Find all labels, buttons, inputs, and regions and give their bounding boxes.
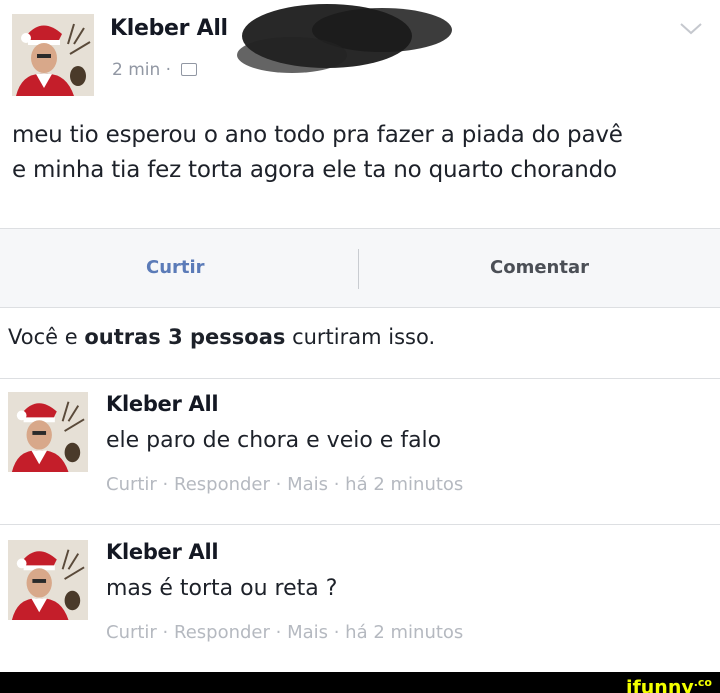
post-meta: 2 min · <box>112 60 197 80</box>
comment-button[interactable]: Comentar <box>490 257 589 278</box>
likes-suffix: curtiram isso. <box>285 325 436 349</box>
comment: Kleber All mas é torta ou reta ? Curtir … <box>0 540 720 690</box>
likes-others-link[interactable]: outras 3 pessoas <box>84 325 285 349</box>
post-header: Kleber All 2 min · <box>0 0 720 110</box>
watermark-suffix: .co <box>693 676 712 689</box>
action-bar: Curtir Comentar <box>0 228 720 308</box>
chevron-down-icon[interactable] <box>678 20 704 38</box>
avatar-photo-icon <box>8 540 88 620</box>
like-button[interactable]: Curtir <box>146 257 205 278</box>
comment-text: ele paro de chora e veio e falo <box>106 428 442 453</box>
comment-author-name[interactable]: Kleber All <box>106 392 219 416</box>
comment-avatar[interactable] <box>8 392 88 472</box>
comment-actions[interactable]: Curtir · Responder · Mais · há 2 minutos <box>106 622 463 643</box>
divider <box>0 378 720 379</box>
action-divider <box>358 249 359 289</box>
comment-actions[interactable]: Curtir · Responder · Mais · há 2 minutos <box>106 474 463 495</box>
divider <box>0 524 720 525</box>
post-text-line: e minha tia fez torta agora ele ta no qu… <box>12 157 617 183</box>
comment: Kleber All ele paro de chora e veio e fa… <box>0 392 720 542</box>
globe-icon <box>180 63 197 76</box>
comment-avatar[interactable] <box>8 540 88 620</box>
comment-author-name[interactable]: Kleber All <box>106 540 219 564</box>
watermark-bar: ifunny.co <box>0 672 720 693</box>
ifunny-watermark: ifunny.co <box>626 672 712 693</box>
comment-text: mas é torta ou reta ? <box>106 576 338 601</box>
meta-separator: · <box>160 60 177 80</box>
likes-summary[interactable]: Você e outras 3 pessoas curtiram isso. <box>8 325 435 349</box>
redaction-smudge-icon <box>237 4 452 73</box>
author-avatar[interactable] <box>12 14 94 96</box>
post-time[interactable]: 2 min <box>112 60 160 80</box>
post-author-name[interactable]: Kleber All <box>110 16 228 41</box>
post-text: meu tio esperou o ano todo pra fazer a p… <box>12 118 708 188</box>
post-text-line: meu tio esperou o ano todo pra fazer a p… <box>12 122 623 148</box>
avatar-photo-icon <box>8 392 88 472</box>
avatar-photo-icon <box>12 14 94 96</box>
likes-prefix: Você e <box>8 325 85 349</box>
watermark-text: ifunny <box>625 676 694 693</box>
